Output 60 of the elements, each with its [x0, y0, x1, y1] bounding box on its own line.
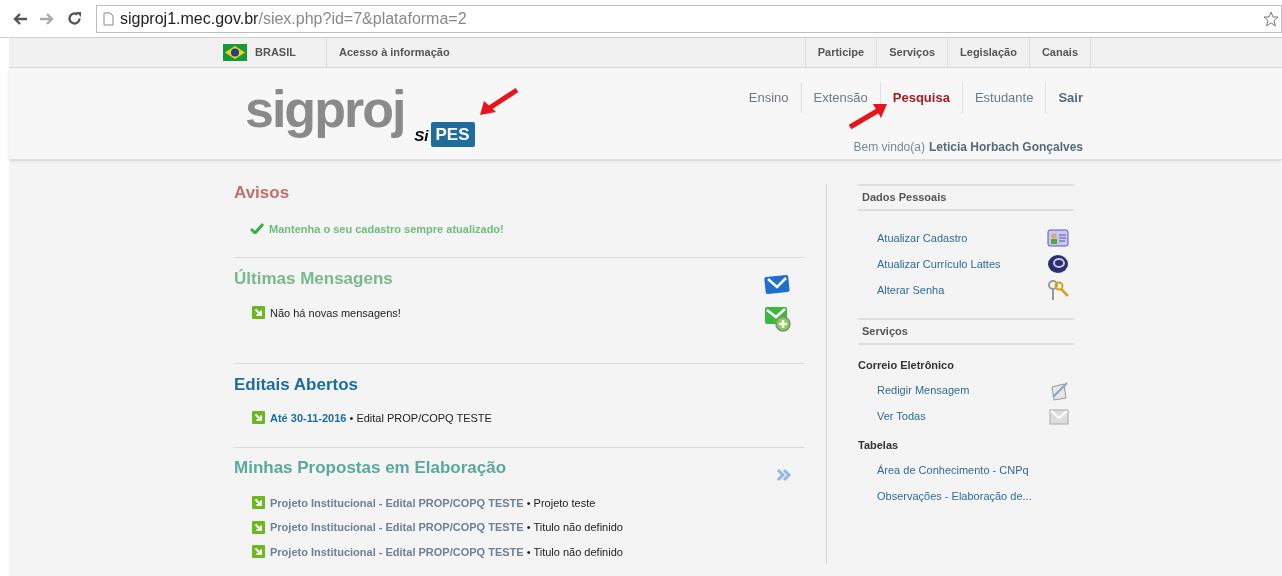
sidebar-link[interactable]: Atualizar Cadastro	[877, 229, 968, 247]
sidebar-link[interactable]: Alterar Senha	[877, 281, 945, 299]
forward-icon	[39, 11, 55, 26]
sidebar-link[interactable]: Observações - Elaboração de...	[877, 487, 1032, 505]
sidebar-section-header: Dados Pessoais	[858, 184, 1074, 211]
mail-icon[interactable]	[764, 274, 790, 296]
gov-link[interactable]: Canais	[1029, 38, 1091, 67]
proposal-item: Projeto Institucional - Edital PROP/COPQ TESTE • Titulo não definido	[270, 520, 623, 535]
gov-link[interactable]: Legislação	[948, 38, 1030, 67]
proposal-item: Projeto Institucional - Edital PROP/COPQ TESTE • Projeto teste	[270, 495, 596, 511]
arrow-icon	[252, 306, 265, 320]
arrow-icon	[252, 496, 265, 510]
add-mail-icon[interactable]	[764, 305, 792, 333]
welcome-text: Bem vindo(a)	[853, 139, 925, 156]
pencil-paper-icon	[1049, 380, 1069, 401]
arrow-icon	[252, 411, 265, 425]
nav-link[interactable]: Estudante	[962, 83, 1047, 113]
keys-icon	[1047, 279, 1069, 301]
flag-icon	[223, 44, 247, 61]
arrow-icon	[252, 520, 265, 534]
section-title: Avisos	[234, 182, 290, 204]
back-icon	[12, 11, 28, 26]
logout-link[interactable]: Sair	[1046, 83, 1083, 113]
nav-link[interactable]: Ensino	[736, 83, 802, 113]
sidebar-group-heading: Tabelas	[858, 437, 900, 453]
disc-icon	[1047, 254, 1069, 274]
url-text: sigproj1.mec.gov.br/siex.php?id=7&plataforma=2	[120, 8, 467, 29]
sidebar-link[interactable]: Redigir Mensagem	[877, 382, 970, 399]
page-icon	[103, 11, 114, 26]
section-title: Editais Abertos	[234, 374, 359, 396]
check-icon	[250, 223, 264, 235]
id-card-icon	[1047, 229, 1069, 247]
proposal-item: Projeto Institucional - Edital PROP/COPQ TESTE • Titulo não definido	[270, 544, 623, 560]
proposal-link[interactable]: Projeto Institucional - Edital PROP/COPQ TESTE	[270, 521, 524, 533]
mail-icon	[1049, 408, 1069, 425]
deadline-link[interactable]: Até 30-11-2016	[270, 411, 347, 424]
country-label: BRASIL	[255, 45, 296, 61]
notice-text: Mantenha o seu cadastro sempre atualizado!	[269, 221, 504, 237]
access-link[interactable]: Acesso à informação	[338, 44, 450, 61]
notice-item: Até 30-11-2016 • Edital PROP/COPQ TESTE	[270, 410, 492, 426]
reload-icon	[67, 11, 82, 26]
user-name: Leticia Horbach Gonçalves	[928, 139, 1083, 156]
logo-badge: PES	[430, 121, 475, 147]
proposal-link[interactable]: Projeto Institucional - Edital PROP/COPQ TESTE	[270, 496, 524, 509]
section-title: Minhas Propostas em Elaboração	[234, 457, 507, 479]
sidebar-group-heading: Correio Eletrônico	[858, 358, 955, 373]
address-bar[interactable]: sigproj1.mec.gov.br/siex.php?id=7&plataforma=2	[96, 4, 1282, 33]
gov-link[interactable]: Serviços	[877, 38, 949, 67]
logo-badge-prefix: Si	[414, 125, 429, 146]
double-chevron-icon	[776, 468, 792, 482]
arrow-icon	[252, 545, 265, 559]
gov-link[interactable]: Participe	[805, 38, 878, 67]
section-title: Últimas Mensagens	[234, 268, 393, 290]
sidebar-link[interactable]: Ver Todas	[877, 408, 926, 425]
proposal-link[interactable]: Projeto Institucional - Edital PROP/COPQ TESTE	[270, 545, 524, 558]
star-icon	[1263, 10, 1279, 27]
message-text: Não há novas mensagens!	[270, 305, 401, 321]
sidebar-section-header: Serviços	[858, 318, 1074, 345]
sidebar-link[interactable]: Atualizar Currículo Lattes	[877, 255, 1001, 273]
sidebar-link[interactable]: Área de Conhecimento - CNPq	[877, 461, 1029, 479]
